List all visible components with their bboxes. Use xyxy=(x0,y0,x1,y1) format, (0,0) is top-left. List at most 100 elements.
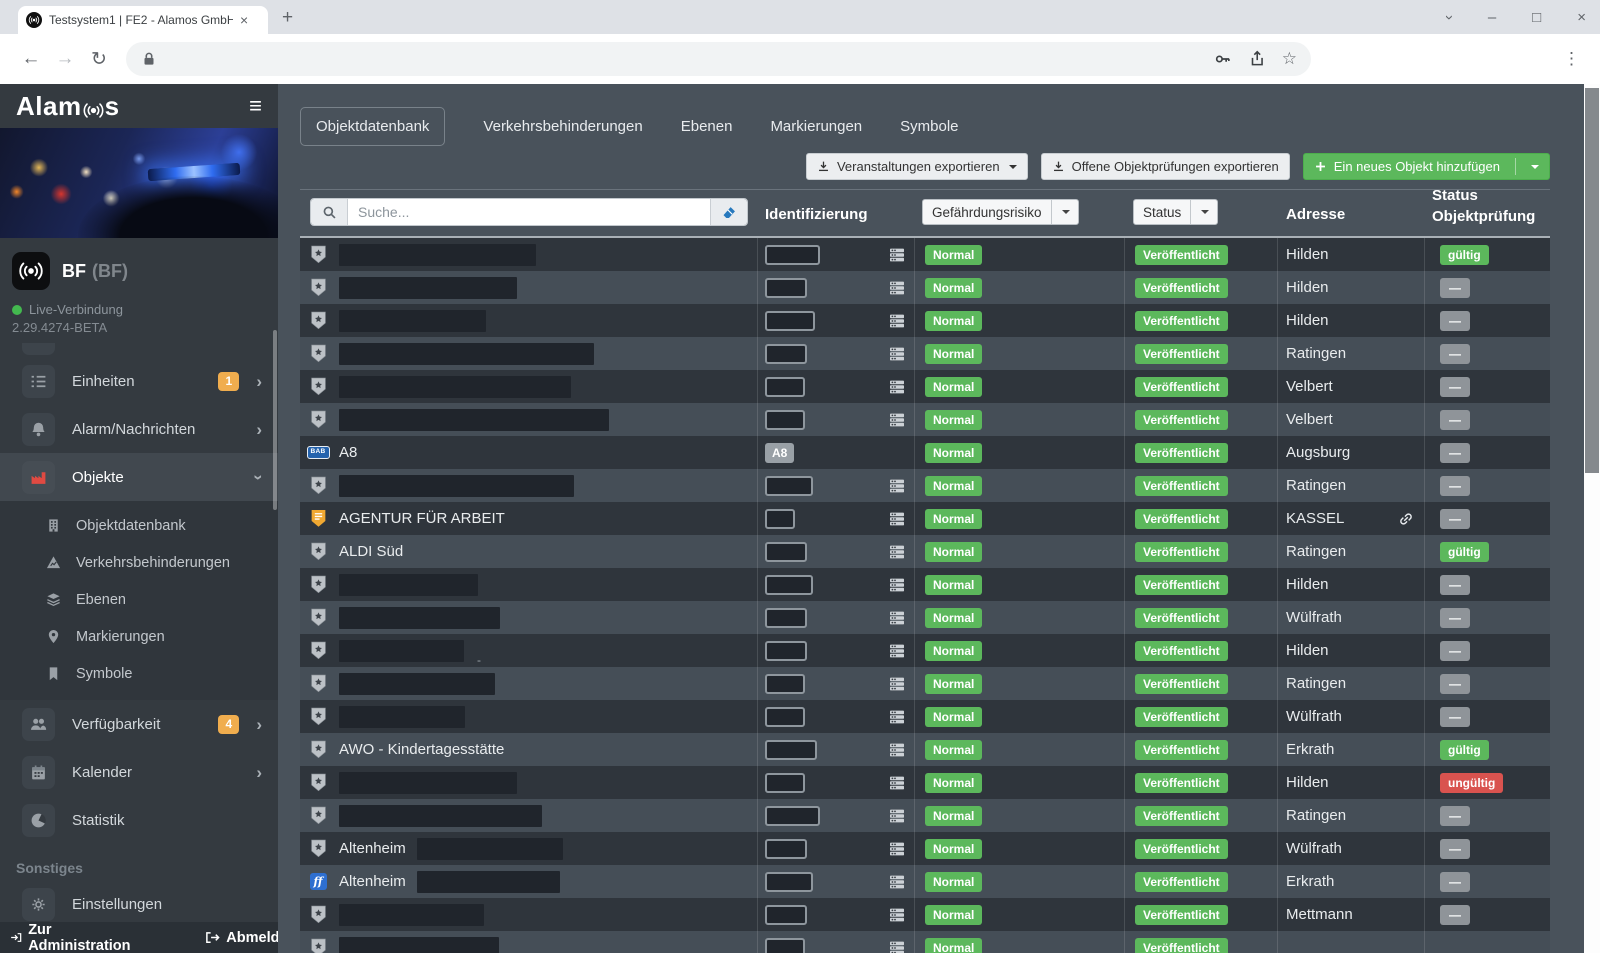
database-icon[interactable] xyxy=(889,775,905,791)
browser-menu-icon[interactable]: ⋮ xyxy=(1563,49,1586,69)
share-icon[interactable] xyxy=(1248,50,1266,68)
sidebar-item-alarm-nachrichten[interactable]: Alarm/Nachrichten› xyxy=(0,405,278,453)
table-row[interactable]: ALDI Süd Normal Veröffentlicht Ratingen … xyxy=(300,535,1550,568)
link-icon[interactable] xyxy=(1398,511,1414,527)
database-icon[interactable] xyxy=(889,676,905,692)
database-icon[interactable] xyxy=(889,940,905,953)
database-icon[interactable] xyxy=(889,511,905,527)
chevron-down-icon[interactable] xyxy=(1051,200,1078,224)
table-row[interactable]: Normal Veröffentlicht Wülfrath — xyxy=(300,601,1550,634)
risk-badge: Normal xyxy=(925,641,982,661)
database-icon[interactable] xyxy=(889,874,905,890)
sidebar-subitem-ebenen[interactable]: Ebenen xyxy=(0,581,278,618)
identifier-redacted-box xyxy=(765,905,807,925)
hamburger-menu-icon[interactable]: ≡ xyxy=(249,95,262,117)
tab-ebenen[interactable]: Ebenen xyxy=(681,118,733,135)
tab-symbole[interactable]: Symbole xyxy=(900,118,958,135)
database-icon[interactable] xyxy=(889,841,905,857)
database-icon[interactable] xyxy=(889,709,905,725)
database-icon[interactable] xyxy=(889,412,905,428)
table-row[interactable]: AWO - Kindertagesstätte Normal Veröffent… xyxy=(300,733,1550,766)
database-icon[interactable] xyxy=(889,379,905,395)
table-row[interactable]: Normal Veröffentlicht Hilden ungültig xyxy=(300,766,1550,799)
chevron-down-icon[interactable] xyxy=(1190,200,1217,224)
close-button[interactable]: × xyxy=(1577,10,1586,25)
offene-objektprüfungen-exportieren-button[interactable]: Offene Objektprüfungen exportieren xyxy=(1041,153,1290,180)
forward-button[interactable]: → xyxy=(48,48,82,70)
table-row[interactable]: Normal Veröffentlicht Hilden gültig xyxy=(300,238,1550,271)
status-filter-dropdown[interactable]: Status xyxy=(1133,199,1218,225)
tab-markierungen[interactable]: Markierungen xyxy=(770,118,862,135)
database-icon[interactable] xyxy=(889,907,905,923)
sidebar-subitem-verkehrsbehinderungen[interactable]: Verkehrsbehinderungen xyxy=(0,544,278,581)
sidebar-item-verf-gbarkeit[interactable]: Verfügbarkeit4› xyxy=(0,700,278,748)
new-tab-button[interactable]: + xyxy=(282,7,293,29)
page-scrollbar[interactable] xyxy=(1584,84,1600,953)
bookmark-star-icon[interactable]: ☆ xyxy=(1282,49,1297,69)
sidebar-item-partial[interactable] xyxy=(22,343,55,355)
tab-search-icon[interactable]: › xyxy=(1442,15,1457,20)
identifier-redacted-box xyxy=(765,839,807,859)
veranstaltungen-exportieren-button[interactable]: Veranstaltungen exportieren xyxy=(806,153,1028,180)
table-row[interactable]: Normal Veröffentlicht Hilden — xyxy=(300,271,1550,304)
sidebar-item-statistik[interactable]: Statistik xyxy=(0,796,278,844)
key-icon[interactable] xyxy=(1214,50,1232,68)
table-row[interactable]: BAB A8 A8 Normal Veröffentlicht Augsburg… xyxy=(300,436,1550,469)
publish-status-badge: Veröffentlicht xyxy=(1135,542,1228,562)
table-row[interactable]: - Normal Veröffentlicht Hilden — xyxy=(300,634,1550,667)
table-row[interactable]: Altenheim Normal Veröffentlicht Wülfrath… xyxy=(300,832,1550,865)
database-icon[interactable] xyxy=(889,280,905,296)
table-row[interactable]: Normal Veröffentlicht Velbert — xyxy=(300,403,1550,436)
database-icon[interactable] xyxy=(889,577,905,593)
database-icon[interactable] xyxy=(889,643,905,659)
sidebar-item-einheiten[interactable]: Einheiten1› xyxy=(0,357,278,405)
database-icon[interactable] xyxy=(889,247,905,263)
table-row[interactable]: Normal Veröffentlicht Mettmann — xyxy=(300,898,1550,931)
search-input[interactable] xyxy=(348,199,710,225)
back-button[interactable]: ← xyxy=(14,48,48,70)
sidebar-subitem-symbole[interactable]: Symbole xyxy=(0,655,278,692)
sidebar-item-kalender[interactable]: Kalender› xyxy=(0,748,278,796)
maximize-button[interactable]: □ xyxy=(1532,10,1541,25)
address-bar[interactable]: ☆ xyxy=(126,42,1311,76)
tab-close-icon[interactable]: × xyxy=(240,13,248,27)
admin-link[interactable]: Zur Administration xyxy=(10,922,133,953)
clear-eraser-icon[interactable] xyxy=(710,199,747,225)
risk-filter-dropdown[interactable]: Gefährdungsrisiko xyxy=(922,199,1079,225)
identifier-badge: A8 xyxy=(765,443,794,463)
database-icon[interactable] xyxy=(889,313,905,329)
table-row[interactable]: Normal Veröffentlicht Ratingen — xyxy=(300,667,1550,700)
table-row[interactable]: Normal Veröffentlicht Velbert — xyxy=(300,370,1550,403)
ein-neues-objekt-hinzufügen-button[interactable]: Ein neues Objekt hinzufügen xyxy=(1303,153,1550,180)
tab-objektdatenbank[interactable]: Objektdatenbank xyxy=(300,107,445,146)
tab-verkehrsbehinderungen[interactable]: Verkehrsbehinderungen xyxy=(483,118,642,135)
sidebar-item-objekte[interactable]: Objekte› xyxy=(0,453,278,501)
redaction-suffix: - xyxy=(477,653,481,667)
database-icon[interactable] xyxy=(889,610,905,626)
sidebar-subitem-objektdatenbank[interactable]: Objektdatenbank xyxy=(0,507,278,544)
reload-button[interactable]: ↻ xyxy=(82,48,116,71)
database-icon[interactable] xyxy=(889,478,905,494)
database-icon[interactable] xyxy=(889,742,905,758)
minimize-button[interactable]: – xyxy=(1488,10,1496,25)
table-row[interactable]: Normal Veröffentlicht Hilden — xyxy=(300,304,1550,337)
logout-link[interactable]: Abmelden xyxy=(205,930,278,946)
table-row[interactable]: ff Altenheim Normal Veröffentlicht Erkra… xyxy=(300,865,1550,898)
page-scrollbar-thumb[interactable] xyxy=(1585,88,1599,473)
table-row[interactable]: AGENTUR FÜR ARBEIT Normal Veröffentlicht… xyxy=(300,502,1550,535)
table-row[interactable]: Normal Veröffentlicht Wülfrath — xyxy=(300,700,1550,733)
database-icon[interactable] xyxy=(889,808,905,824)
table-row[interactable]: Normal Veröffentlicht Hilden — xyxy=(300,568,1550,601)
identifier-redacted-box xyxy=(765,674,805,694)
identifier-redacted-box xyxy=(765,476,813,496)
sidebar-scrollbar-thumb[interactable] xyxy=(273,330,277,510)
database-icon[interactable] xyxy=(889,544,905,560)
table-row[interactable]: Normal Veröffentlicht Ratingen — xyxy=(300,469,1550,502)
risk-badge: Normal xyxy=(925,377,982,397)
browser-tab[interactable]: Testsystem1 | FE2 - Alamos GmbH × xyxy=(18,6,268,34)
database-icon[interactable] xyxy=(889,346,905,362)
table-row[interactable]: Normal Veröffentlicht xyxy=(300,931,1550,953)
table-row[interactable]: Normal Veröffentlicht Ratingen — xyxy=(300,799,1550,832)
table-row[interactable]: Normal Veröffentlicht Ratingen — xyxy=(300,337,1550,370)
sidebar-subitem-markierungen[interactable]: Markierungen xyxy=(0,618,278,655)
